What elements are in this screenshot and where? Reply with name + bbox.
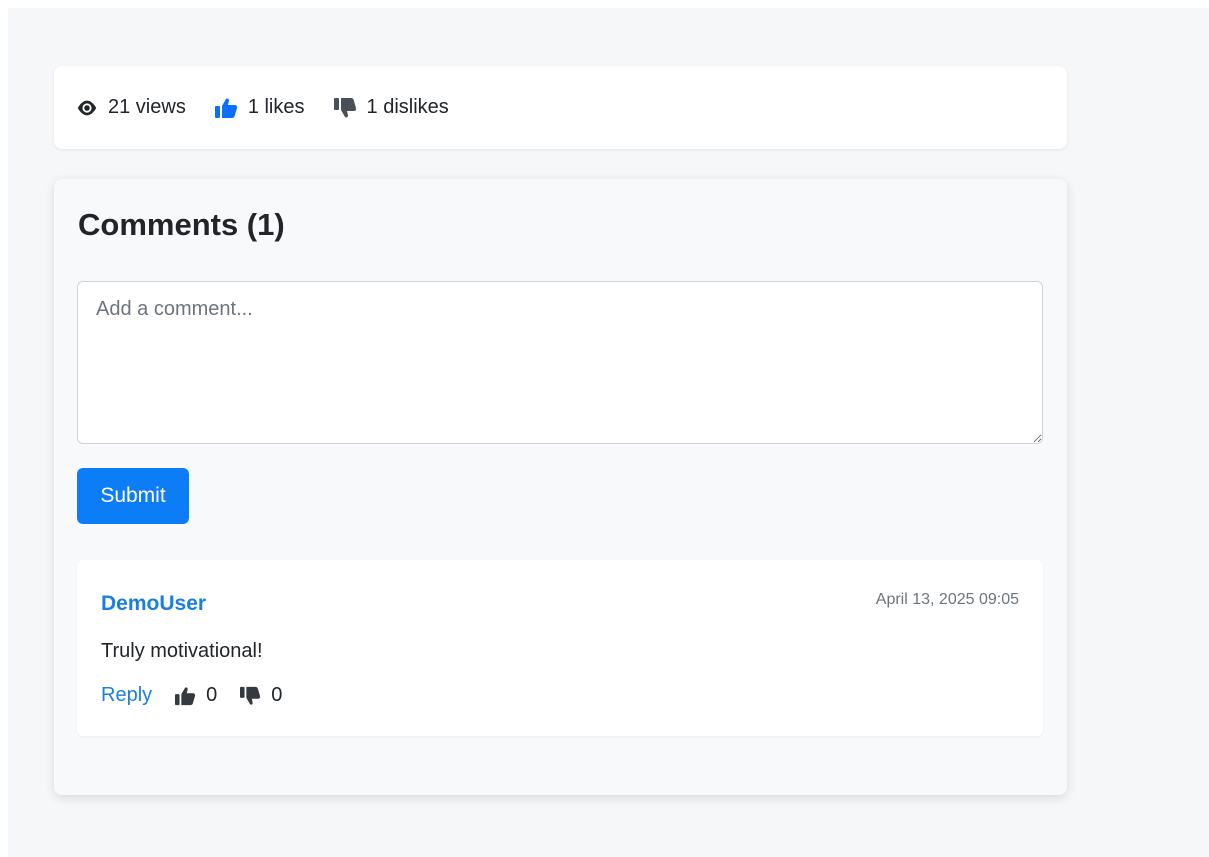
comment-like-button[interactable]: 0 <box>174 684 217 707</box>
submit-button[interactable]: Submit <box>77 468 189 524</box>
views-stat: 21 views <box>76 96 186 119</box>
comments-section: Comments (1) Submit DemoUser April 13, 2… <box>54 179 1067 795</box>
thumbs-down-icon[interactable] <box>239 686 271 706</box>
thumbs-down-icon[interactable] <box>333 97 367 119</box>
post-stats-card: 21 views 1 likes 1 dislikes <box>54 66 1067 149</box>
thumbs-up-icon[interactable] <box>214 97 248 119</box>
comments-title: Comments (1) <box>78 207 285 242</box>
comment-dislike-count: 0 <box>271 684 283 706</box>
comment-dislike-button[interactable]: 0 <box>239 684 282 707</box>
likes-stat[interactable]: 1 likes <box>214 96 305 119</box>
page: 21 views 1 likes 1 dislikes Comments (1) <box>8 8 1209 857</box>
comment-text: Truly motivational! <box>101 640 263 662</box>
dislikes-stat[interactable]: 1 dislikes <box>333 96 449 119</box>
comment-actions: Reply 0 0 <box>101 684 304 707</box>
reply-link[interactable]: Reply <box>101 684 152 707</box>
comment-input[interactable] <box>77 281 1043 444</box>
thumbs-up-icon[interactable] <box>174 686 206 706</box>
eye-icon <box>76 97 108 119</box>
comment-timestamp: April 13, 2025 09:05 <box>875 591 1019 608</box>
dislikes-count: 1 dislikes <box>366 96 449 118</box>
views-count: 21 views <box>108 96 186 118</box>
likes-count: 1 likes <box>247 96 305 118</box>
comment-like-count: 0 <box>206 684 218 706</box>
comment-item: DemoUser April 13, 2025 09:05 Truly moti… <box>77 560 1043 736</box>
comment-author-link[interactable]: DemoUser <box>101 592 206 616</box>
